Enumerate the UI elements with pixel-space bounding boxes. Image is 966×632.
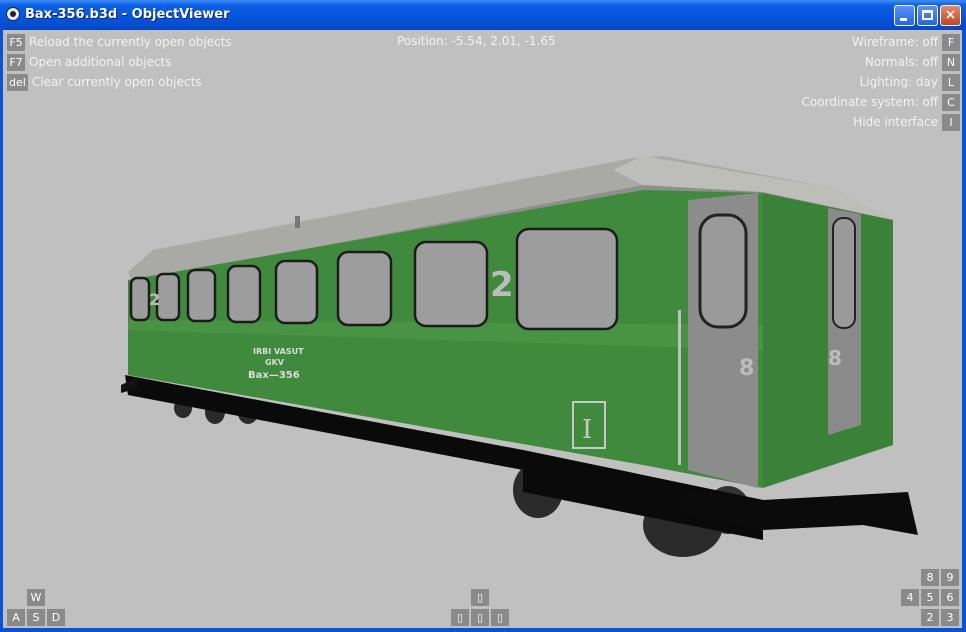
3d-viewport[interactable]: 2 2 8 8 I IRBI VASUT GKV Bax—356 F5 Relo… <box>3 30 962 628</box>
door-number-end: 8 <box>828 346 842 370</box>
minimize-button[interactable] <box>894 5 915 26</box>
hud-wireframe[interactable]: Wireframe: off F <box>848 33 960 51</box>
camera-position: Position: -5.54, 2.01, -1.65 <box>397 34 556 48</box>
app-window: Bax-356.b3d - ObjectViewer × 2 2 8 8 I I… <box>0 0 966 632</box>
key-num-8[interactable]: 8 <box>921 569 939 586</box>
hud-coordinate-system[interactable]: Coordinate system: off C <box>798 93 960 111</box>
key-w[interactable]: W <box>27 589 45 606</box>
hud-lighting-label: Lighting: day <box>859 75 938 89</box>
hud-clear-label: Clear currently open objects <box>31 75 202 89</box>
window-title: Bax-356.b3d - ObjectViewer <box>25 7 230 22</box>
hud-normals-label: Normals: off <box>864 55 938 69</box>
key-num-2[interactable]: 2 <box>921 609 939 626</box>
key-arrow-right[interactable]: ▯ <box>491 609 509 626</box>
key-a[interactable]: A <box>7 609 25 626</box>
key-c[interactable]: C <box>942 93 960 111</box>
hud-reload-label: Reload the currently open objects <box>29 35 232 49</box>
hud-wireframe-label: Wireframe: off <box>851 35 938 49</box>
maximize-button[interactable] <box>917 5 938 26</box>
train-car-render: 2 2 8 8 I IRBI VASUT GKV Bax—356 <box>121 156 918 557</box>
hud-open-label: Open additional objects <box>29 55 172 69</box>
key-i[interactable]: I <box>942 113 960 131</box>
title-bar[interactable]: Bax-356.b3d - ObjectViewer × <box>0 0 966 30</box>
key-n[interactable]: N <box>942 53 960 71</box>
key-arrow-down[interactable]: ▯ <box>471 609 489 626</box>
close-button[interactable]: × <box>940 5 961 26</box>
close-icon: × <box>944 7 957 23</box>
owner-label: IRBI VASUT <box>253 347 304 356</box>
key-num-4[interactable]: 4 <box>901 589 919 606</box>
hud-hide-interface-label: Hide interface <box>853 115 938 129</box>
hud-reload[interactable]: F5 Reload the currently open objects <box>7 33 236 51</box>
key-arrow-left[interactable]: ▯ <box>451 609 469 626</box>
hud-clear[interactable]: del Clear currently open objects <box>7 73 206 91</box>
hud-lighting[interactable]: Lighting: day L <box>856 73 960 91</box>
key-f[interactable]: F <box>942 33 960 51</box>
key-num-6[interactable]: 6 <box>941 589 959 606</box>
operator-label: GKV <box>265 358 285 367</box>
svg-text:I: I <box>582 415 592 445</box>
key-num-3[interactable]: 3 <box>941 609 959 626</box>
key-f7[interactable]: F7 <box>7 53 25 71</box>
key-l[interactable]: L <box>942 73 960 91</box>
key-f5[interactable]: F5 <box>7 33 25 51</box>
key-arrow-up[interactable]: ▯ <box>471 589 489 606</box>
key-num-5[interactable]: 5 <box>921 589 939 606</box>
hud-hide-interface[interactable]: Hide interface I <box>849 113 960 131</box>
hud-open[interactable]: F7 Open additional objects <box>7 53 176 71</box>
class-number-large: 2 <box>490 265 514 305</box>
key-del[interactable]: del <box>7 73 28 91</box>
class-number-small: 2 <box>149 290 160 309</box>
hud-coordinate-system-label: Coordinate system: off <box>801 95 938 109</box>
car-code-label: Bax—356 <box>248 370 300 381</box>
app-icon <box>6 7 20 21</box>
key-s[interactable]: S <box>27 609 45 626</box>
hud-normals[interactable]: Normals: off N <box>861 53 960 71</box>
key-d[interactable]: D <box>47 609 65 626</box>
door-number-side: 8 <box>739 356 754 381</box>
key-num-9[interactable]: 9 <box>941 569 959 586</box>
